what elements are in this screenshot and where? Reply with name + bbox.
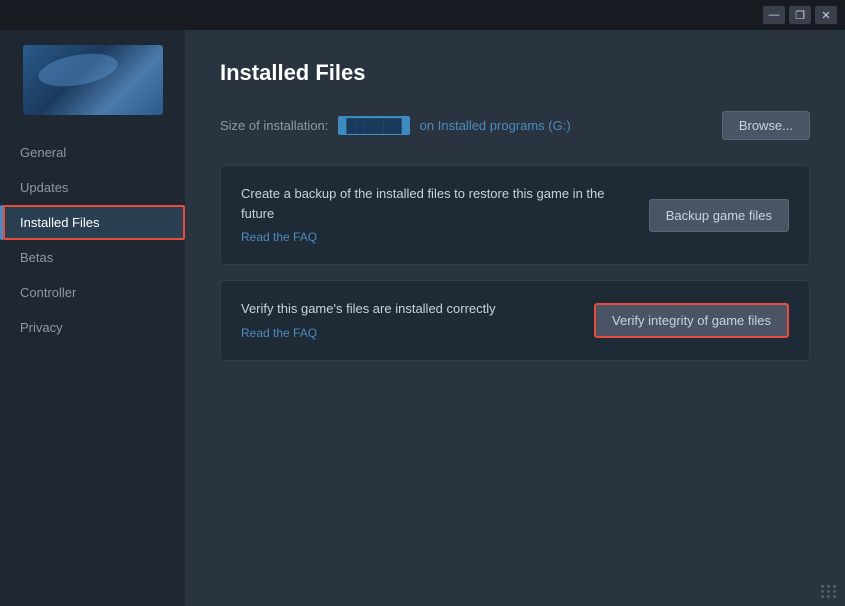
backup-description: Create a backup of the installed files t…: [241, 184, 629, 223]
install-size-row: Size of installation: ██████ on Installe…: [220, 111, 810, 140]
game-thumbnail: [23, 45, 163, 115]
verify-integrity-button[interactable]: Verify integrity of game files: [594, 303, 789, 338]
verify-text: Verify this game's files are installed c…: [241, 299, 574, 342]
sidebar-item-betas[interactable]: Betas: [0, 240, 185, 275]
install-location: on Installed programs (G:): [420, 118, 571, 133]
backup-text: Create a backup of the installed files t…: [241, 184, 629, 246]
verify-section: Verify this game's files are installed c…: [220, 280, 810, 361]
sidebar-item-privacy[interactable]: Privacy: [0, 310, 185, 345]
sidebar-item-general[interactable]: General: [0, 135, 185, 170]
verify-faq-link[interactable]: Read the FAQ: [241, 326, 317, 340]
install-size-value: ██████: [338, 116, 409, 135]
sidebar-item-updates[interactable]: Updates: [0, 170, 185, 205]
main-layout: General Updates Installed Files Betas Co…: [0, 30, 845, 606]
minimize-button[interactable]: —: [763, 6, 785, 24]
sidebar-item-controller[interactable]: Controller: [0, 275, 185, 310]
title-bar: — ❐ ✕: [0, 0, 845, 30]
content-area: Installed Files Size of installation: ██…: [185, 30, 845, 606]
sidebar-nav: General Updates Installed Files Betas Co…: [0, 135, 185, 345]
sidebar: General Updates Installed Files Betas Co…: [0, 30, 185, 606]
sidebar-item-installed-files[interactable]: Installed Files: [0, 205, 185, 240]
backup-section: Create a backup of the installed files t…: [220, 165, 810, 265]
backup-faq-link[interactable]: Read the FAQ: [241, 230, 317, 244]
browse-button[interactable]: Browse...: [722, 111, 810, 140]
backup-button[interactable]: Backup game files: [649, 199, 789, 232]
restore-button[interactable]: ❐: [789, 6, 811, 24]
close-button[interactable]: ✕: [815, 6, 837, 24]
resize-handle[interactable]: [821, 585, 837, 598]
page-title: Installed Files: [220, 60, 810, 86]
install-size-label: Size of installation:: [220, 118, 328, 133]
verify-description: Verify this game's files are installed c…: [241, 299, 574, 319]
